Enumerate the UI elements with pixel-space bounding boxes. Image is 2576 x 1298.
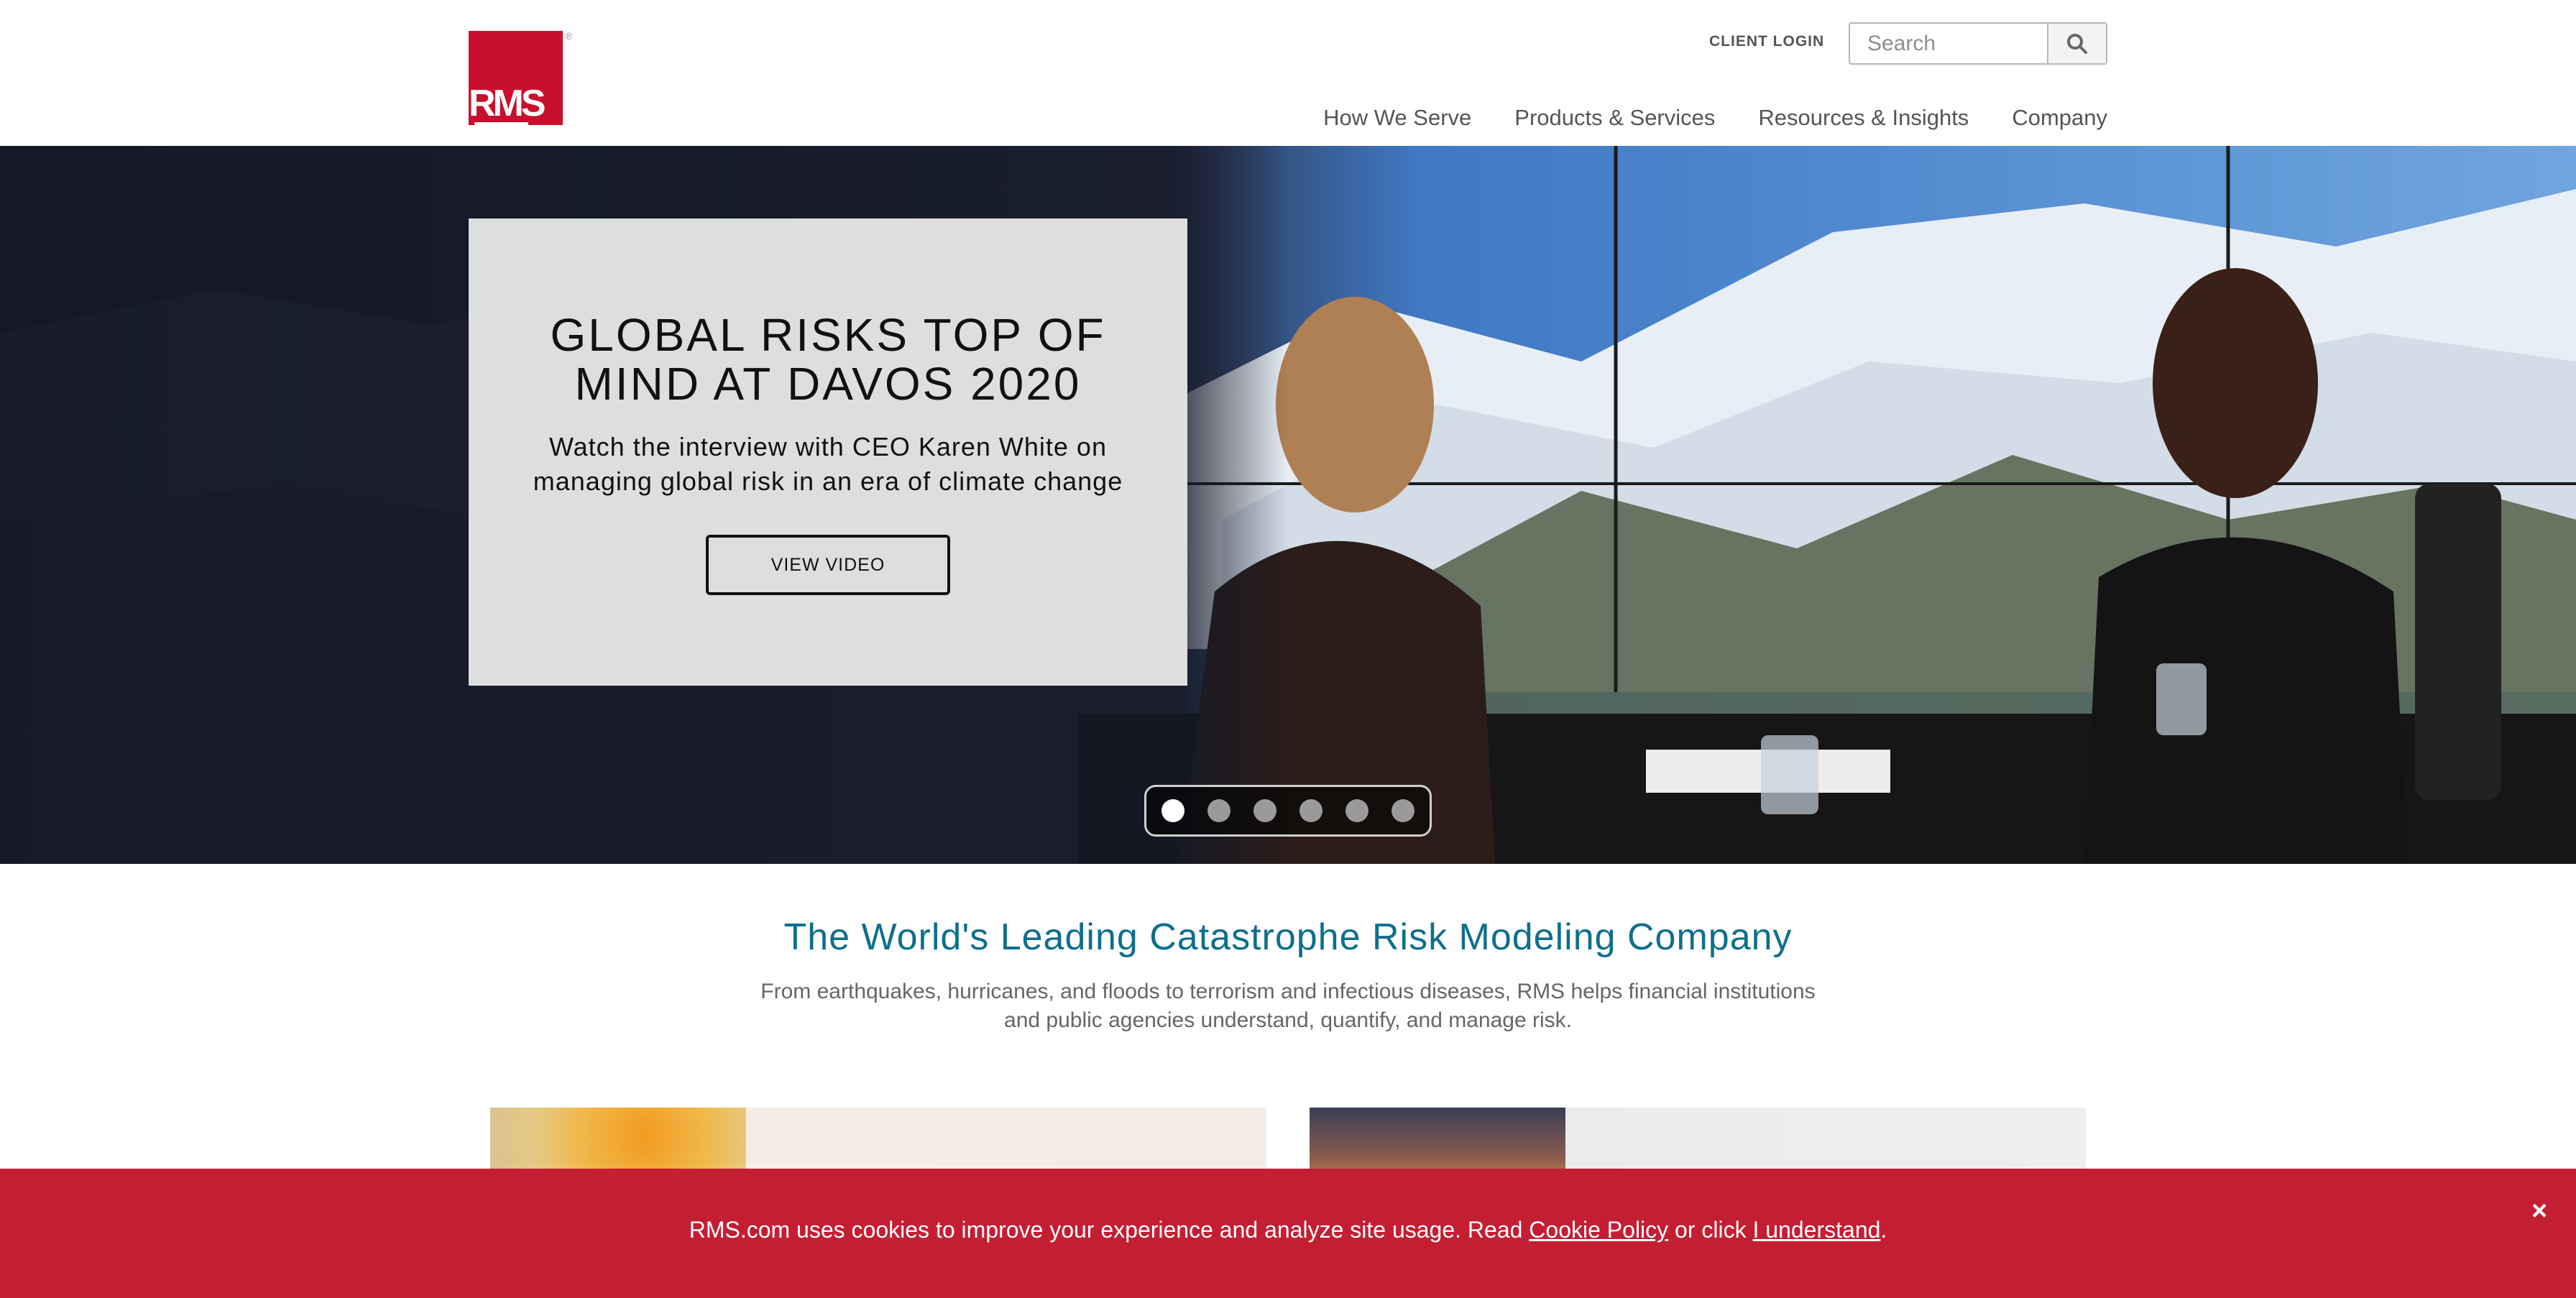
hero-promo-card: GLOBAL RISKS TOP OF MIND AT DAVOS 2020 Wa… [469,218,1187,686]
hero-background-image [0,146,2576,864]
search-input[interactable] [1850,24,2048,63]
carousel-dot-3[interactable] [1254,799,1276,822]
nav-products-services[interactable]: Products & Services [1514,105,1715,131]
logo-wordmark: RMS [469,83,546,124]
cookie-banner: RMS.com uses cookies to improve your exp… [0,1169,2576,1298]
intro-heading: The World's Leading Catastrophe Risk Mod… [783,916,1793,958]
nav-how-we-serve[interactable]: How We Serve [1323,105,1471,131]
registered-mark: ® [565,30,573,42]
hero-carousel: GLOBAL RISKS TOP OF MIND AT DAVOS 2020 Wa… [0,146,2576,864]
search-box [1849,22,2107,65]
rms-logo[interactable]: RMS [469,31,563,125]
intro-description: From earthquakes, hurricanes, and floods… [760,980,1816,1032]
main-nav: How We Serve Products & Services Resourc… [1323,105,2107,131]
client-login-link[interactable]: CLIENT LOGIN [1709,33,1824,50]
i-understand-link[interactable]: I understand [1753,1217,1881,1243]
view-video-button[interactable]: VIEW VIDEO [706,535,950,595]
carousel-pagination [1144,785,1432,837]
nav-company[interactable]: Company [2012,105,2107,131]
carousel-dot-6[interactable] [1392,799,1414,822]
carousel-dot-2[interactable] [1208,799,1230,822]
search-icon [2067,33,2087,54]
carousel-dot-4[interactable] [1300,799,1322,822]
logo-underline [474,122,528,125]
site-header: RMS ® CLIENT LOGIN How We Serve Products… [0,0,2576,146]
hero-subtitle: Watch the interview with CEO Karen White… [533,432,1123,496]
hero-title: GLOBAL RISKS TOP OF MIND AT DAVOS 2020 [550,309,1106,410]
search-button[interactable] [2047,24,2106,63]
carousel-dot-1[interactable] [1162,799,1184,822]
nav-resources-insights[interactable]: Resources & Insights [1758,105,1969,131]
close-icon[interactable]: × [2531,1197,2547,1225]
carousel-dot-5[interactable] [1346,799,1368,822]
cookie-policy-link[interactable]: Cookie Policy [1529,1217,1668,1243]
cookie-message: RMS.com uses cookies to improve your exp… [689,1217,1887,1243]
